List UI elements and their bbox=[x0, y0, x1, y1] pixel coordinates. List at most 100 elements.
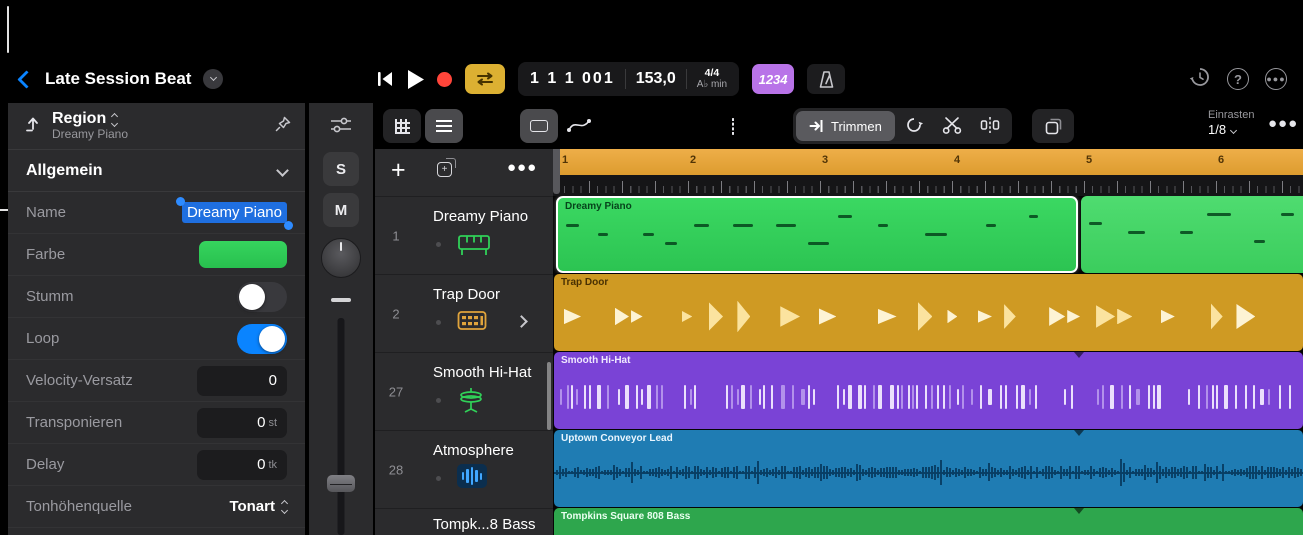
track-status-dot bbox=[436, 320, 441, 325]
loop-boundary-marker bbox=[1074, 430, 1084, 436]
volume-fader-handle[interactable] bbox=[327, 475, 355, 492]
go-to-beginning-button[interactable] bbox=[378, 72, 395, 86]
scissors-icon bbox=[942, 116, 962, 134]
split-tool-button[interactable] bbox=[942, 116, 962, 137]
add-track-button[interactable]: + bbox=[391, 155, 406, 185]
track-headers-panel: + + ●●● 1 Dreamy Piano 2 Trap Door bbox=[375, 149, 553, 535]
back-icon[interactable] bbox=[17, 70, 35, 88]
region-dreamy-piano[interactable]: Dreamy Piano bbox=[556, 196, 1078, 273]
track-name: Trap Door bbox=[433, 286, 500, 303]
pin-icon[interactable] bbox=[275, 116, 291, 137]
count-in-button[interactable]: 1234 bbox=[752, 64, 794, 94]
playhead-position-display[interactable]: 1 1 1 001 bbox=[530, 70, 615, 88]
help-button[interactable]: ? bbox=[1227, 68, 1249, 90]
track-name: Smooth Hi-Hat bbox=[433, 364, 531, 381]
bar-ruler[interactable]: 1 2 3 4 5 6 bbox=[553, 149, 1303, 175]
solo-button[interactable]: S bbox=[323, 152, 359, 186]
project-menu-button[interactable] bbox=[203, 69, 223, 89]
playback-history-button[interactable] bbox=[1189, 66, 1211, 93]
toolbar-more-button[interactable]: ●●● bbox=[1268, 115, 1298, 132]
region-dreamy-piano-2[interactable] bbox=[1081, 196, 1303, 273]
piano-icon bbox=[457, 230, 491, 262]
snap-value: 1/8 bbox=[1208, 122, 1226, 139]
automation-button[interactable] bbox=[567, 116, 591, 137]
transpose-field[interactable]: 0 st bbox=[197, 408, 287, 438]
inspector-back-icon[interactable] bbox=[24, 115, 42, 137]
channel-settings-icon[interactable] bbox=[330, 117, 352, 138]
name-field[interactable]: Dreamy Piano bbox=[182, 202, 287, 223]
lane-uptown-lead: Uptown Conveyor Lead bbox=[553, 430, 1303, 507]
inspector-header: Region Dreamy Piano bbox=[8, 103, 305, 150]
loop-tool-button[interactable] bbox=[905, 117, 923, 136]
track-name: Dreamy Piano bbox=[433, 208, 528, 225]
color-swatch[interactable] bbox=[199, 241, 287, 268]
region-smooth-hihat[interactable]: Smooth Hi-Hat bbox=[554, 352, 1303, 429]
track-status-dot bbox=[436, 476, 441, 481]
play-button[interactable] bbox=[408, 70, 424, 89]
tempo-display[interactable]: 153,0 bbox=[636, 70, 676, 88]
region-trap-door[interactable]: Trap Door bbox=[554, 274, 1303, 351]
duplicate-track-button[interactable]: + bbox=[437, 162, 452, 177]
row-velocity: Velocity-Versatz 0 bbox=[8, 360, 305, 402]
tracks-workarea: Trimmen Einrasten 1/8 ●●● bbox=[375, 103, 1303, 535]
snap-control[interactable]: Einrasten 1/8 bbox=[1208, 108, 1254, 139]
region-tool-icon bbox=[530, 120, 548, 132]
grid-icon bbox=[395, 119, 410, 134]
inspector-title[interactable]: Region bbox=[52, 110, 106, 128]
region-tompkins-bass[interactable]: Tompkins Square 808 Bass bbox=[554, 508, 1303, 535]
mute-button[interactable]: M bbox=[323, 193, 359, 227]
pitch-source-label: Tonhöhenquelle bbox=[26, 498, 132, 515]
history-icon bbox=[1189, 66, 1211, 88]
project-title[interactable]: Late Session Beat bbox=[45, 69, 191, 89]
section-allgemein[interactable]: Allgemein bbox=[8, 150, 305, 192]
track-name: Atmosphere bbox=[433, 442, 514, 459]
browser-view-button[interactable] bbox=[383, 109, 421, 143]
automation-curve-icon bbox=[567, 116, 591, 134]
snap-label: Einrasten bbox=[1208, 108, 1254, 122]
track-options-button[interactable]: ●●● bbox=[507, 159, 537, 176]
divide-at-playhead-button[interactable] bbox=[980, 116, 1000, 137]
track-header-trap-door[interactable]: 2 Trap Door bbox=[375, 274, 553, 352]
track-header-atmosphere[interactable]: 28 Atmosphere bbox=[375, 430, 553, 508]
rows-icon bbox=[436, 120, 452, 132]
transport-controls: 1 1 1 001 153,0 4/4 A♭ min 1234 bbox=[378, 60, 845, 98]
loop-toggle[interactable] bbox=[237, 324, 287, 354]
cycle-button[interactable] bbox=[465, 64, 505, 94]
trim-tool-button[interactable]: Trimmen bbox=[796, 111, 895, 141]
mute-toggle[interactable] bbox=[237, 282, 287, 312]
transpose-value: 0 bbox=[257, 414, 265, 431]
pan-knob[interactable] bbox=[321, 238, 361, 278]
rewind-icon bbox=[378, 72, 395, 86]
marquee-tool-button[interactable] bbox=[732, 119, 734, 134]
track-header-smooth-hihat[interactable]: 27 Smooth Hi-Hat bbox=[375, 352, 553, 430]
pitch-source-select[interactable]: Tonart bbox=[229, 498, 287, 515]
region-uptown-lead[interactable]: Uptown Conveyor Lead bbox=[554, 430, 1303, 507]
track-header-dreamy-piano[interactable]: 1 Dreamy Piano bbox=[375, 196, 553, 274]
selector-icon bbox=[282, 501, 287, 513]
key-signature: A♭ min bbox=[697, 79, 727, 91]
volume-fader-track[interactable] bbox=[338, 318, 345, 535]
selection-handle-start[interactable] bbox=[176, 197, 185, 206]
track-stack-chevron-icon[interactable] bbox=[515, 315, 528, 328]
metronome-button[interactable] bbox=[807, 64, 845, 94]
ruler-bar-number: 3 bbox=[822, 154, 828, 166]
velocity-field[interactable]: 0 bbox=[197, 366, 287, 396]
signature-display[interactable]: 4/4 A♭ min bbox=[697, 67, 727, 91]
delay-field[interactable]: 0 tk bbox=[197, 450, 287, 480]
tracks-view-button[interactable] bbox=[425, 109, 463, 143]
ruler-bar-number: 4 bbox=[954, 154, 960, 166]
vertical-scrollbar[interactable] bbox=[547, 362, 551, 430]
lcd-display[interactable]: 1 1 1 001 153,0 4/4 A♭ min bbox=[518, 62, 739, 96]
region-select-tool-button[interactable] bbox=[520, 109, 558, 143]
lane-trap-door: Trap Door bbox=[553, 274, 1303, 351]
copy-paste-button[interactable] bbox=[1032, 109, 1074, 143]
timeline[interactable]: 1 2 3 4 5 6 Dreamy Piano bbox=[553, 149, 1303, 535]
track-header-controls: + + ●●● bbox=[375, 149, 553, 196]
selection-handle-end[interactable] bbox=[284, 221, 293, 230]
playhead-handle[interactable] bbox=[553, 149, 560, 194]
row-transpose: Transponieren 0 st bbox=[8, 402, 305, 444]
record-button[interactable] bbox=[437, 72, 452, 87]
more-options-button[interactable]: ●●● bbox=[1265, 68, 1287, 90]
track-header-tompkins-bass[interactable]: Tompk...8 Bass bbox=[375, 508, 553, 535]
row-color: Farbe bbox=[8, 234, 305, 276]
